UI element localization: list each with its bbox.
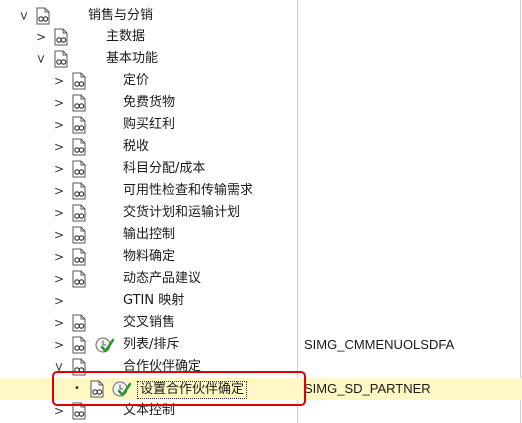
tree-node-label: 交叉销售: [123, 315, 176, 330]
tree-node-master-data[interactable]: > 主数据: [0, 26, 522, 48]
tree-node-label: 税收: [123, 139, 150, 154]
documentation-icon: [72, 94, 86, 112]
documentation-icon: [36, 7, 50, 25]
expand-arrow-icon[interactable]: >: [35, 30, 47, 44]
img-activity-code: SIMG_CMMENUOLSDFA: [304, 337, 455, 352]
documentation-icon: [72, 402, 86, 420]
documentation-icon: [72, 314, 86, 332]
collapse-arrow-icon[interactable]: >: [17, 10, 31, 22]
tree-node-free-goods[interactable]: > 免费货物: [0, 92, 522, 114]
expand-arrow-icon[interactable]: >: [53, 250, 65, 264]
tree-node-label: 购买红利: [123, 117, 176, 132]
expand-arrow-icon[interactable]: >: [53, 404, 65, 418]
tree-node-label: GTIN 映射: [123, 293, 185, 308]
tree-node-label: 物料确定: [123, 249, 176, 264]
documentation-icon: [72, 72, 86, 90]
tree-node-delivery-scheduling[interactable]: > 交货计划和运输计划: [0, 202, 522, 224]
collapse-arrow-icon[interactable]: >: [52, 361, 66, 373]
tree-node-label: 合作伙伴确定: [123, 359, 202, 374]
tree-node-label: 列表/排斥: [123, 337, 180, 352]
expand-arrow-icon[interactable]: >: [53, 272, 65, 286]
documentation-icon: [54, 50, 68, 68]
expand-arrow-icon[interactable]: >: [53, 228, 65, 242]
documentation-icon: [72, 204, 86, 222]
tree-node-label: 定价: [123, 73, 150, 88]
tree-node-account-assignment[interactable]: > 科目分配/成本: [0, 158, 522, 180]
documentation-icon: [72, 116, 86, 134]
documentation-icon: [72, 160, 86, 178]
expand-arrow-icon[interactable]: >: [53, 338, 65, 352]
tree-node-label: 输出控制: [123, 227, 176, 242]
documentation-icon: [72, 270, 86, 288]
tree-node-label: 动态产品建议: [123, 271, 202, 286]
tree-node-output-control[interactable]: > 输出控制: [0, 224, 522, 246]
documentation-icon: [54, 28, 68, 46]
documentation-icon: [72, 248, 86, 266]
tree-node-pricing[interactable]: > 定价: [0, 70, 522, 92]
expand-arrow-icon[interactable]: >: [53, 74, 65, 88]
tree-node-dynamic-product-proposal[interactable]: > 动态产品建议: [0, 268, 522, 290]
documentation-icon: [72, 138, 86, 156]
documentation-icon: [72, 182, 86, 200]
tree-node-rebates[interactable]: > 购买红利: [0, 114, 522, 136]
tree-node-label: 主数据: [106, 29, 146, 44]
execute-clock-check-icon[interactable]: [111, 379, 131, 399]
tree-node-label: 文本控制: [123, 403, 176, 418]
tree-node-label: 科目分配/成本: [123, 161, 206, 176]
documentation-icon: [90, 380, 104, 398]
expand-arrow-icon[interactable]: >: [53, 184, 65, 198]
execute-clock-check-icon[interactable]: [94, 335, 114, 355]
tree-node-partner-determination[interactable]: > 合作伙伴确定: [0, 356, 522, 378]
expand-arrow-icon[interactable]: >: [53, 294, 65, 308]
img-activity-code: SIMG_SD_PARTNER: [304, 381, 431, 396]
tree-node-label: 销售与分销: [88, 8, 154, 23]
tree-node-availability-check[interactable]: > 可用性检查和传输需求: [0, 180, 522, 202]
expand-arrow-icon[interactable]: >: [53, 162, 65, 176]
expand-arrow-icon[interactable]: >: [53, 96, 65, 110]
collapse-arrow-icon[interactable]: >: [34, 53, 48, 65]
tree-node-listing-exclusion[interactable]: > 列表/排斥 SIMG_CMMENUOLSDFA: [0, 334, 522, 356]
tree-node-taxes[interactable]: > 税收: [0, 136, 522, 158]
tree-node-label: 免费货物: [123, 95, 176, 110]
tree-node-label: 基本功能: [106, 51, 159, 66]
tree-node-gtin-mapping[interactable]: > GTIN 映射: [0, 290, 522, 312]
tree-node-set-partner-determination[interactable]: • 设置合作伙伴确定 SIMG_SD_PARTNER: [0, 378, 522, 400]
tree-node-label: 设置合作伙伴确定: [137, 381, 248, 399]
tree-node-label: 可用性检查和传输需求: [123, 183, 254, 198]
tree-node-sales-distribution[interactable]: > 销售与分销: [0, 5, 522, 27]
tree-node-material-determination[interactable]: > 物料确定: [0, 246, 522, 268]
documentation-icon: [72, 358, 86, 376]
tree-node-text-control[interactable]: > 文本控制: [0, 400, 522, 422]
expand-arrow-icon[interactable]: >: [53, 118, 65, 132]
tree-node-label: 交货计划和运输计划: [123, 205, 241, 220]
tree-node-cross-selling[interactable]: > 交叉销售: [0, 312, 522, 334]
leaf-bullet-icon: •: [74, 383, 80, 394]
documentation-icon: [72, 226, 86, 244]
expand-arrow-icon[interactable]: >: [53, 316, 65, 330]
expand-arrow-icon[interactable]: >: [53, 140, 65, 154]
tree-node-basic-functions[interactable]: > 基本功能: [0, 48, 522, 70]
documentation-icon: [72, 336, 86, 354]
expand-arrow-icon[interactable]: >: [53, 206, 65, 220]
